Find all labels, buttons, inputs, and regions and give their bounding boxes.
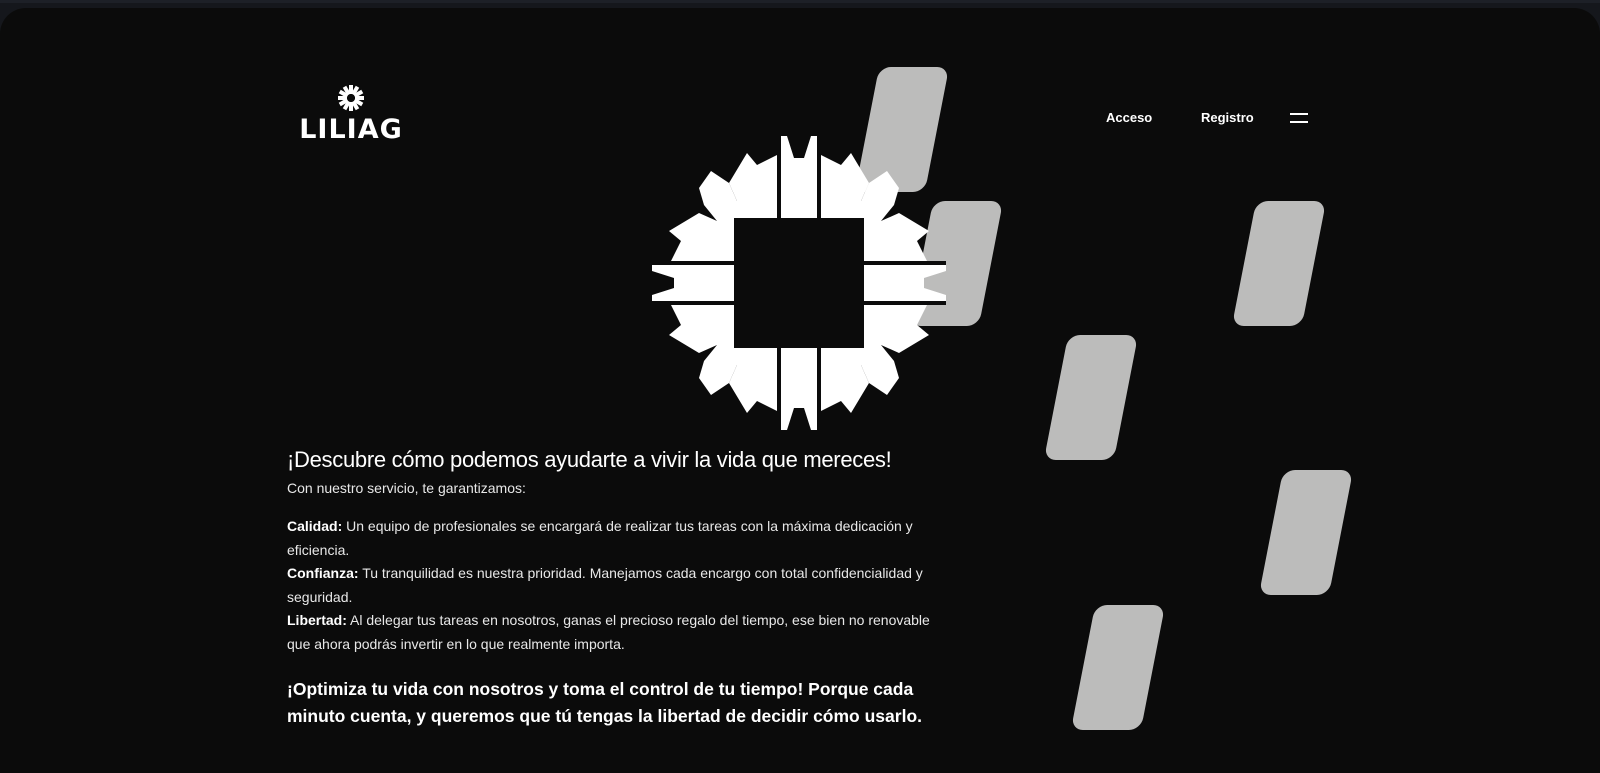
nav-login-link[interactable]: Acceso [1106, 110, 1152, 125]
decor-tile [1043, 335, 1139, 460]
call-to-action-text: ¡Optimiza tu vida con nosotros y toma el… [287, 679, 922, 726]
sun-gear-hero-icon [652, 136, 946, 430]
browser-top-strip [0, 0, 1600, 3]
hamburger-icon[interactable] [1290, 111, 1308, 125]
benefit-term: Calidad: [287, 518, 343, 534]
benefit-text: Un equipo de profesionales se encargará … [287, 518, 913, 558]
hero-intro: Con nuestro servicio, te garantizamos: [287, 480, 526, 496]
decor-tile [1231, 201, 1327, 326]
decor-tile [1258, 470, 1354, 595]
benefit-term: Libertad: [287, 612, 347, 628]
decor-tile [1070, 605, 1166, 730]
benefits-list: Calidad: Un equipo de profesionales se e… [287, 515, 937, 656]
list-item: Confianza: Tu tranquilidad es nuestra pr… [287, 562, 937, 609]
brand-wordmark: LILIAG [299, 114, 403, 145]
benefit-text: Tu tranquilidad es nuestra prioridad. Ma… [287, 565, 923, 605]
benefit-term: Confianza: [287, 565, 359, 581]
sun-gear-icon [338, 85, 364, 111]
nav-register-link[interactable]: Registro [1201, 110, 1254, 125]
list-item: Calidad: Un equipo de profesionales se e… [287, 515, 937, 562]
hero-headline: ¡Descubre cómo podemos ayudarte a vivir … [287, 447, 892, 472]
brand-logo[interactable]: LILIAG [296, 84, 406, 149]
benefit-text: Al delegar tus tareas en nosotros, ganas… [287, 612, 930, 652]
list-item: Libertad: Al delegar tus tareas en nosot… [287, 609, 937, 656]
